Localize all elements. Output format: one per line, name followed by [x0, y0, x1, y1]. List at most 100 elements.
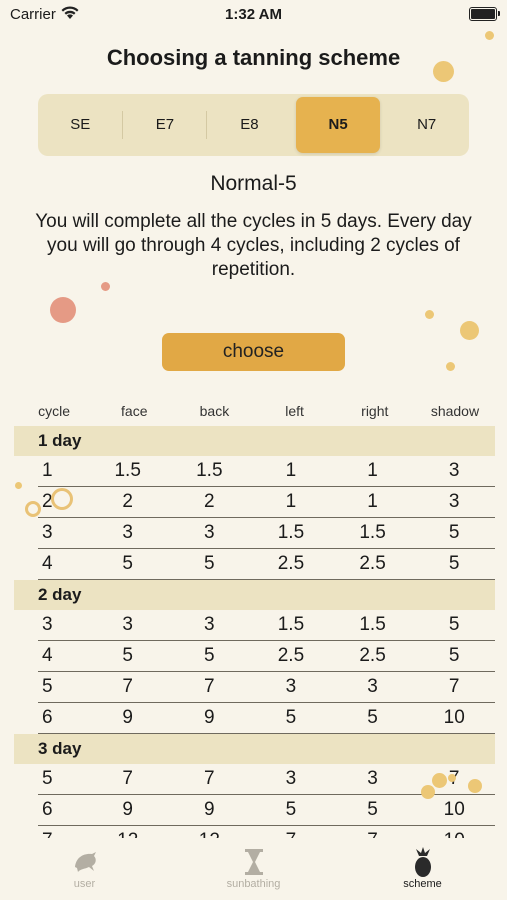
tab-user[interactable]: user: [0, 838, 169, 890]
day-header: 1 day: [14, 426, 495, 456]
scheme-name: Normal-5: [210, 172, 297, 195]
pineapple-icon: [338, 846, 507, 878]
table-cell: 5: [204, 645, 215, 666]
table-cell: 5: [204, 553, 215, 574]
table-cell: 3: [448, 491, 460, 512]
column-header: back: [199, 403, 230, 419]
table-cell: 7: [204, 676, 215, 697]
table-cell: 10: [443, 799, 465, 820]
table-cell: 3: [448, 460, 460, 481]
table-cell: 3: [204, 522, 215, 543]
page-title: Choosing a tanning scheme: [106, 45, 401, 70]
table-cell: 2.5: [359, 645, 386, 666]
table-cell: 1: [42, 460, 53, 481]
battery-icon: [469, 7, 500, 21]
table-row: 4 5 5 2.5 2.5 5: [38, 641, 495, 672]
table-cell: 2.5: [277, 645, 305, 666]
table-row: 6 9 9 5 5 10: [38, 703, 495, 734]
table-cell: 10: [443, 707, 465, 728]
table-cell: 1.5: [196, 460, 223, 481]
table-cell: 3: [285, 768, 297, 789]
table-cell: 7: [122, 676, 133, 697]
table-cell: 5: [285, 707, 297, 728]
tab-sunbathing[interactable]: sunbathing: [169, 838, 338, 890]
table-cell: 5: [448, 522, 460, 543]
column-header: right: [361, 403, 389, 419]
segment-se[interactable]: SE: [38, 103, 123, 147]
clock: 1:32 AM: [225, 6, 282, 23]
table-cell: 6: [42, 799, 53, 820]
table-cell: 1: [367, 460, 378, 481]
table-cell: 1: [285, 491, 297, 512]
status-bar: Carrier 1:32 AM: [0, 0, 507, 30]
table-cell: 2.5: [277, 553, 305, 574]
table-row: 222113: [38, 487, 495, 518]
table-cell: 7: [448, 676, 460, 697]
tab-label: scheme: [403, 878, 442, 890]
table-cell: 9: [204, 707, 215, 728]
column-header: shadow: [430, 403, 480, 419]
scheme-segmented-control: SE E7 E8 N5 N7: [38, 94, 469, 156]
column-header: left: [285, 403, 304, 419]
table-cell: 2: [204, 491, 215, 512]
table-cell: 3: [122, 614, 133, 635]
bubble-decoration: [448, 774, 456, 782]
table-cell: 6: [42, 707, 53, 728]
bubble-decoration: [50, 297, 76, 323]
table-cell: 3: [122, 522, 133, 543]
bubble-decoration: [101, 282, 110, 291]
segment-n5[interactable]: N5: [295, 97, 381, 153]
table-cell: 5: [42, 676, 53, 697]
column-header: cycle: [38, 403, 71, 419]
bubble-decoration: [460, 321, 479, 340]
table-cell: 3: [204, 614, 215, 635]
day-header: 2 day: [14, 580, 495, 610]
bubble-decoration: [485, 31, 494, 40]
table-cell: 2: [122, 491, 133, 512]
table-cell: 3: [42, 522, 53, 543]
dolphin-icon: [0, 846, 169, 878]
table-row: 6 9 9 5 5 10: [38, 795, 495, 826]
bubble-decoration: [15, 482, 22, 489]
table-cell: 7: [204, 768, 215, 789]
tab-label: sunbathing: [226, 878, 281, 890]
table-row: 1 1.5 1.5 1 1 3: [38, 456, 495, 487]
bubble-decoration: [446, 362, 455, 371]
day-header: 3 day: [14, 734, 495, 764]
bubble-decoration: [432, 773, 447, 788]
table-cell: 5: [367, 707, 378, 728]
table-cell: 1.5: [277, 522, 305, 543]
table-cell: 5: [367, 799, 378, 820]
segment-e8[interactable]: E8: [207, 103, 292, 147]
table-cell: 2.5: [359, 553, 386, 574]
table-row: 3 3 3 1.5 1.5 5: [38, 518, 495, 549]
table-cell: 3: [367, 768, 378, 789]
scheme-description: You will complete all the cycles in 5 da…: [35, 211, 472, 280]
table-cell: 5: [122, 645, 133, 666]
table-cell: 3: [42, 614, 53, 635]
table-header: cycle face back left right shadow: [14, 396, 495, 426]
table-row: 3 3 3 1.5 1.5 5: [38, 610, 495, 641]
table-cell: 3: [285, 676, 297, 697]
segment-n7[interactable]: N7: [384, 103, 469, 147]
choose-button[interactable]: choose: [162, 333, 345, 371]
tab-scheme[interactable]: scheme: [338, 838, 507, 890]
table-cell: 1.5: [359, 614, 386, 635]
table-cell: 4: [42, 553, 53, 574]
table-cell: 9: [122, 707, 133, 728]
table-cell: 1: [367, 491, 378, 512]
bubble-decoration: [468, 779, 482, 793]
table-cell: 4: [42, 645, 53, 666]
table-row: 5 7 7 3 3 7: [38, 672, 495, 703]
segment-e7[interactable]: E7: [123, 103, 208, 147]
table-cell: 1.5: [114, 460, 141, 481]
table-cell: 1: [285, 460, 297, 481]
column-header: face: [121, 403, 148, 419]
table-cell: 5: [42, 768, 53, 789]
table-cell: 1.5: [277, 614, 305, 635]
table-cell: 9: [204, 799, 215, 820]
table-cell: 9: [122, 799, 133, 820]
bubble-decoration: [421, 785, 435, 799]
table-cell: 1.5: [359, 522, 386, 543]
bubble-decoration: [51, 488, 73, 510]
